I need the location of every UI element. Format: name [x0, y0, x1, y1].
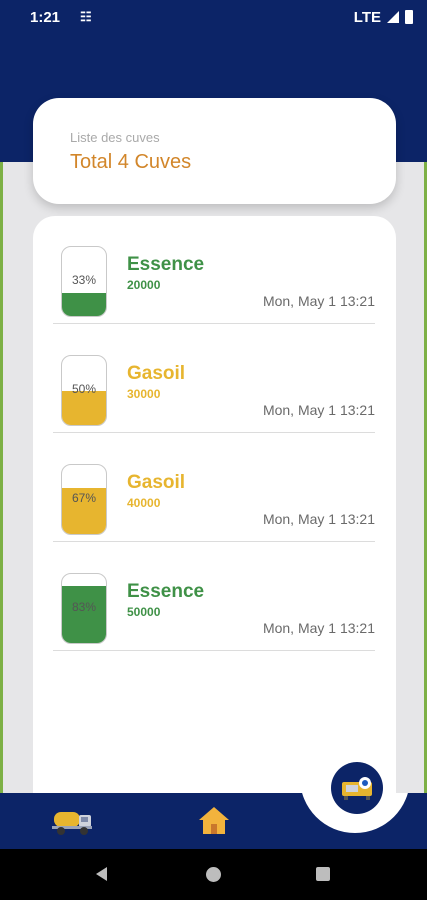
fuel-date: Mon, May 1 13:21 — [262, 293, 375, 309]
status-bar: 1:21 ☷ LTE — [0, 0, 427, 34]
home-icon[interactable] — [198, 805, 230, 835]
recents-icon[interactable] — [316, 867, 330, 881]
generator-fab-button[interactable] — [331, 762, 383, 814]
status-time: 1:21 — [30, 8, 61, 26]
fuel-date: Mon, May 1 13:21 — [262, 402, 375, 418]
tank-row[interactable]: 83% Essence 50000 Mon, May 1 13:21 — [53, 543, 375, 651]
tank-percent: 50% — [71, 382, 97, 396]
fuel-date: Mon, May 1 13:21 — [262, 511, 375, 527]
notification-icon: ☷ — [80, 9, 92, 24]
tank-row[interactable]: 67% Gasoil 40000 Mon, May 1 13:21 — [53, 434, 375, 542]
summary-card: Liste des cuves Total 4 Cuves — [33, 98, 396, 204]
tank-list: 33% Essence 20000 Mon, May 1 13:21 50% G… — [33, 216, 396, 816]
fuel-quantity: 40000 — [127, 496, 161, 510]
tank-percent: 33% — [71, 273, 97, 287]
tank-fill — [62, 293, 106, 316]
battery-icon — [405, 10, 413, 24]
tank-percent: 83% — [71, 600, 97, 614]
tank-gauge-icon: 67% — [61, 464, 107, 535]
network-label: LTE — [353, 8, 381, 26]
signal-icon — [387, 11, 399, 23]
truck-icon[interactable] — [52, 806, 94, 836]
tank-gauge-icon: 33% — [61, 246, 107, 317]
tank-gauge-icon: 83% — [61, 573, 107, 644]
fuel-name: Gasoil — [127, 472, 186, 493]
tank-percent: 67% — [71, 491, 97, 505]
tank-gauge-icon: 50% — [61, 355, 107, 426]
summary-title: Total 4 Cuves — [70, 151, 192, 173]
tank-fill — [62, 585, 106, 643]
tank-row[interactable]: 50% Gasoil 30000 Mon, May 1 13:21 — [53, 325, 375, 433]
fuel-name: Gasoil — [127, 363, 186, 384]
fuel-date: Mon, May 1 13:21 — [262, 620, 375, 636]
fuel-name: Essence — [127, 581, 205, 602]
android-nav-bar — [0, 849, 427, 900]
home-circle-icon[interactable] — [206, 867, 221, 882]
fuel-name: Essence — [127, 254, 205, 275]
frame-left-border — [0, 160, 3, 850]
back-icon[interactable] — [96, 867, 107, 881]
fuel-quantity: 20000 — [127, 278, 161, 292]
fuel-quantity: 50000 — [127, 605, 161, 619]
fuel-quantity: 30000 — [127, 387, 161, 401]
summary-subtitle: Liste des cuves — [70, 130, 160, 145]
tank-row[interactable]: 33% Essence 20000 Mon, May 1 13:21 — [53, 216, 375, 324]
generator-icon — [342, 777, 372, 800]
